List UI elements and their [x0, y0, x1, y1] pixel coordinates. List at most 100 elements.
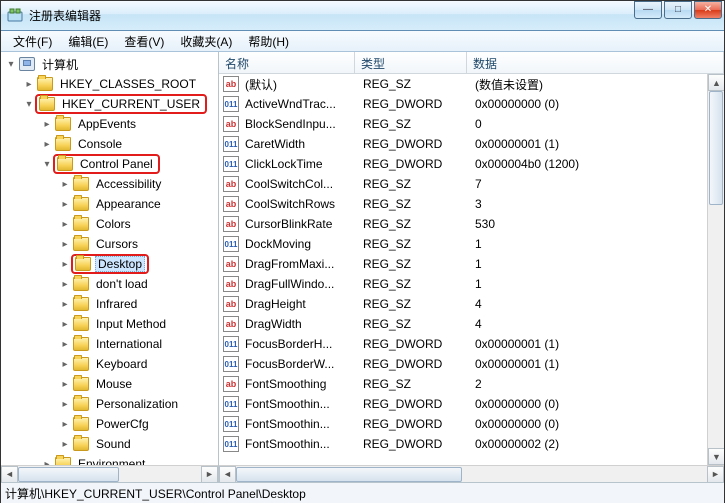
expand-icon[interactable]: ▸ [59, 218, 71, 230]
menu-view[interactable]: 查看(V) [116, 31, 172, 52]
expand-icon[interactable]: ▸ [59, 198, 71, 210]
tree-item[interactable]: ▸Personalization [1, 394, 218, 414]
table-row[interactable]: abDragWidthREG_SZ4 [219, 314, 724, 334]
annotation-highlight: Desktop [71, 254, 149, 274]
close-button[interactable]: ✕ [694, 1, 722, 19]
expand-icon[interactable]: ▸ [41, 138, 53, 150]
scroll-up-button[interactable]: ▲ [708, 74, 724, 91]
menu-file[interactable]: 文件(F) [5, 31, 60, 52]
cell-data: 0x000004b0 (1200) [469, 157, 689, 171]
table-row[interactable]: 011CaretWidthREG_DWORD0x00000001 (1) [219, 134, 724, 154]
tree-item[interactable]: ▸Mouse [1, 374, 218, 394]
tree-item[interactable]: ▸Infrared [1, 294, 218, 314]
tree-item[interactable]: ▸ International [1, 334, 218, 354]
tree-item[interactable]: ▸Input Method [1, 314, 218, 334]
expand-icon[interactable]: ▸ [41, 118, 53, 130]
table-row[interactable]: 011FontSmoothin...REG_DWORD0x00000002 (2… [219, 434, 724, 454]
table-row[interactable]: ab(默认)REG_SZ(数值未设置) [219, 74, 724, 94]
expand-icon[interactable]: ▸ [59, 278, 71, 290]
tree-item[interactable]: ▸ Desktop [1, 254, 218, 274]
table-row[interactable]: abDragFromMaxi...REG_SZ1 [219, 254, 724, 274]
expand-icon[interactable]: ▸ [59, 238, 71, 250]
table-row[interactable]: 011FontSmoothin...REG_DWORD0x00000000 (0… [219, 394, 724, 414]
expand-icon[interactable]: ▸ [59, 438, 71, 450]
binary-value-icon: 011 [223, 156, 239, 172]
folder-icon [73, 357, 89, 371]
tree-item[interactable]: ▸don't load [1, 274, 218, 294]
tree-item[interactable]: ▸Sound [1, 434, 218, 454]
col-header-data[interactable]: 数据 [467, 52, 724, 73]
collapse-icon[interactable]: ▾ [23, 98, 35, 110]
cell-data: 0x00000001 (1) [469, 337, 689, 351]
table-row[interactable]: abDragHeightREG_SZ4 [219, 294, 724, 314]
tree-item[interactable]: ▸Console [1, 134, 218, 154]
scroll-right-button[interactable]: ► [201, 466, 218, 483]
list-vscroll[interactable]: ▲ ▼ [707, 74, 724, 465]
tree-item[interactable]: ▾Control Panel [1, 154, 218, 174]
scroll-left-button[interactable]: ◄ [219, 466, 236, 483]
expand-icon[interactable]: ▸ [59, 378, 71, 390]
list-vscroll-thumb[interactable] [709, 91, 723, 205]
expand-icon[interactable]: ▸ [59, 318, 71, 330]
scroll-down-button[interactable]: ▼ [708, 448, 724, 465]
table-row[interactable]: abCoolSwitchRowsREG_SZ3 [219, 194, 724, 214]
tree-item-label: Desktop [95, 256, 145, 272]
tree-hscroll-track[interactable] [18, 466, 201, 483]
tree-hscroll-thumb[interactable] [18, 467, 119, 482]
minimize-button[interactable]: — [634, 1, 662, 19]
expand-icon[interactable]: ▸ [59, 338, 71, 350]
table-row[interactable]: 011ClickLockTimeREG_DWORD0x000004b0 (120… [219, 154, 724, 174]
scroll-left-button[interactable]: ◄ [1, 466, 18, 483]
table-row[interactable]: 011FocusBorderH...REG_DWORD0x00000001 (1… [219, 334, 724, 354]
tree-item[interactable]: ▸Accessibility [1, 174, 218, 194]
folder-icon [73, 237, 89, 251]
expand-icon[interactable]: ▸ [59, 398, 71, 410]
expand-icon[interactable]: ▸ [59, 418, 71, 430]
expand-icon[interactable]: ▸ [23, 78, 35, 90]
table-row[interactable]: abCursorBlinkRateREG_SZ530 [219, 214, 724, 234]
tree-item[interactable]: ▸Colors [1, 214, 218, 234]
collapse-icon[interactable]: ▾ [41, 158, 53, 170]
tree-item[interactable]: ▸AppEvents [1, 114, 218, 134]
tree-item-label: International [93, 336, 165, 352]
tree-item[interactable]: ▾HKEY_CURRENT_USER [1, 94, 218, 114]
list-vscroll-track[interactable] [708, 91, 724, 448]
table-row[interactable]: abFontSmoothingREG_SZ2 [219, 374, 724, 394]
expand-icon[interactable]: ▸ [59, 178, 71, 190]
list-body[interactable]: ab(默认)REG_SZ(数值未设置)011ActiveWndTrac...RE… [219, 74, 724, 465]
list-hscroll[interactable]: ◄ ► [219, 465, 724, 482]
collapse-icon[interactable]: ▾ [5, 58, 17, 70]
tree-item[interactable]: ▸Keyboard [1, 354, 218, 374]
table-row[interactable]: 011DockMovingREG_SZ1 [219, 234, 724, 254]
table-row[interactable]: 011ActiveWndTrac...REG_DWORD0x00000000 (… [219, 94, 724, 114]
table-row[interactable]: abDragFullWindo...REG_SZ1 [219, 274, 724, 294]
menu-edit[interactable]: 编辑(E) [60, 31, 116, 52]
table-row[interactable]: 011FontSmoothin...REG_DWORD0x00000000 (0… [219, 414, 724, 434]
col-header-name[interactable]: 名称 [219, 52, 355, 73]
col-header-type[interactable]: 类型 [355, 52, 467, 73]
table-row[interactable]: 011FocusBorderW...REG_DWORD0x00000001 (1… [219, 354, 724, 374]
expand-icon[interactable]: ▸ [59, 298, 71, 310]
list-hscroll-thumb[interactable] [236, 467, 462, 482]
list-hscroll-track[interactable] [236, 466, 707, 483]
menu-favorites[interactable]: 收藏夹(A) [172, 31, 240, 52]
expand-icon[interactable]: ▸ [41, 458, 53, 465]
table-row[interactable]: abCoolSwitchCol...REG_SZ7 [219, 174, 724, 194]
menu-help[interactable]: 帮助(H) [240, 31, 297, 52]
maximize-button[interactable]: □ [664, 1, 692, 19]
folder-icon [73, 437, 89, 451]
expand-icon[interactable]: ▸ [59, 358, 71, 370]
table-row[interactable]: abBlockSendInpu...REG_SZ0 [219, 114, 724, 134]
cell-name: ActiveWndTrac... [239, 97, 357, 111]
folder-icon [73, 377, 89, 391]
expand-icon[interactable]: ▸ [59, 258, 71, 270]
tree-item[interactable]: ▸HKEY_CLASSES_ROOT [1, 74, 218, 94]
tree-item[interactable]: ▸Environment [1, 454, 218, 465]
scroll-right-button[interactable]: ► [707, 466, 724, 483]
tree-hscroll[interactable]: ◄ ► [1, 465, 218, 482]
tree-item[interactable]: ▾计算机 [1, 54, 218, 74]
tree-item[interactable]: ▸Appearance [1, 194, 218, 214]
tree-item[interactable]: ▸Cursors [1, 234, 218, 254]
tree-item[interactable]: ▸PowerCfg [1, 414, 218, 434]
tree-body[interactable]: ▾计算机▸HKEY_CLASSES_ROOT▾HKEY_CURRENT_USER… [1, 52, 218, 465]
